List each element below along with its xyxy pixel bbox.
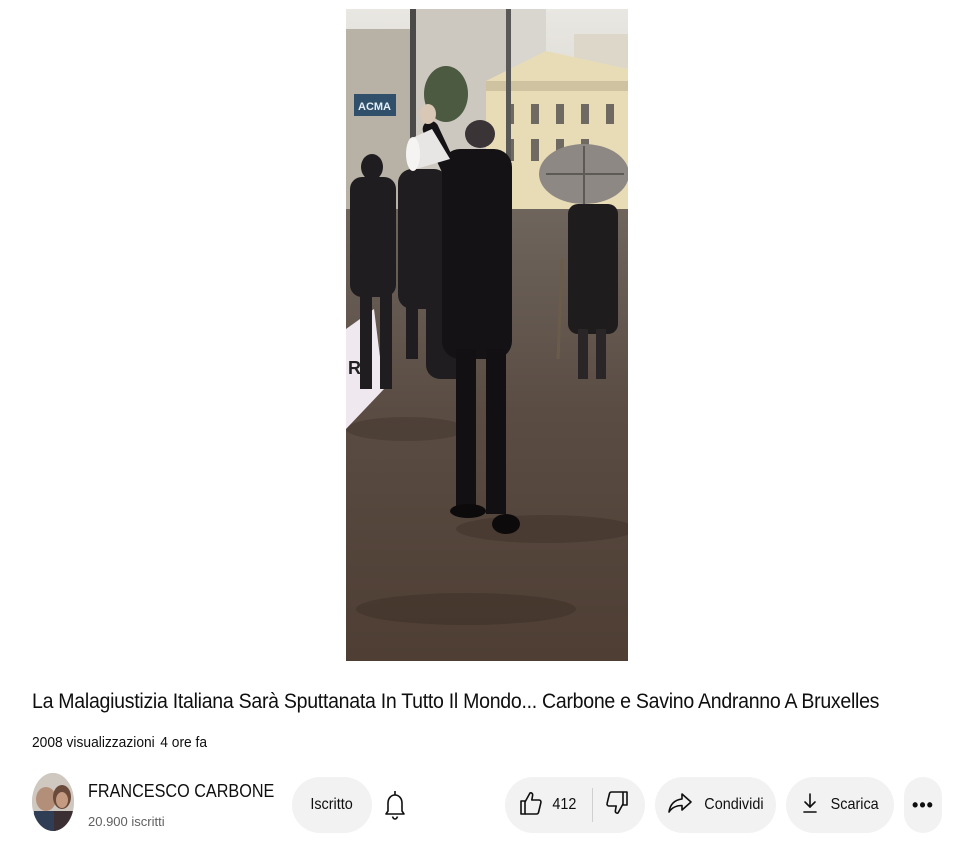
share-button[interactable]: Condividi bbox=[655, 777, 776, 833]
like-dislike-group: 412 bbox=[505, 777, 645, 833]
download-button[interactable]: Scarica bbox=[786, 777, 894, 833]
thumbs-down-icon bbox=[605, 790, 629, 821]
more-icon: ••• bbox=[912, 794, 934, 815]
share-arrow-icon bbox=[667, 791, 693, 820]
view-count: 2008 visualizzazioni bbox=[32, 734, 155, 751]
more-actions-button[interactable]: ••• bbox=[904, 777, 942, 833]
storefront-sign: ACMA bbox=[358, 101, 391, 113]
subscribed-button[interactable]: Iscritto bbox=[292, 777, 372, 833]
bell-icon[interactable] bbox=[383, 789, 407, 821]
video-meta[interactable]: 2008 visualizzazioni 4 ore fa bbox=[32, 733, 207, 753]
video-frame-image: ACMA RI bbox=[346, 9, 628, 661]
channel-avatar[interactable] bbox=[32, 773, 74, 831]
avatar-image bbox=[32, 773, 74, 831]
dislike-button[interactable] bbox=[593, 777, 629, 833]
like-count: 412 bbox=[552, 796, 577, 813]
subscribed-label: Iscritto bbox=[310, 796, 354, 813]
share-label: Condividi bbox=[704, 796, 764, 813]
video-player[interactable]: ACMA RI bbox=[346, 9, 628, 661]
like-button[interactable]: 412 bbox=[519, 788, 593, 822]
thumbs-up-icon bbox=[519, 790, 543, 821]
subscriber-count: 20.900 iscritti bbox=[88, 814, 165, 829]
video-title: La Malagiustizia Italiana Sarà Sputtanat… bbox=[32, 690, 880, 713]
download-label: Scarica bbox=[830, 796, 879, 813]
channel-name[interactable]: FRANCESCO CARBONE bbox=[88, 779, 274, 803]
upload-age: 4 ore fa bbox=[160, 734, 208, 751]
download-icon bbox=[802, 791, 818, 820]
